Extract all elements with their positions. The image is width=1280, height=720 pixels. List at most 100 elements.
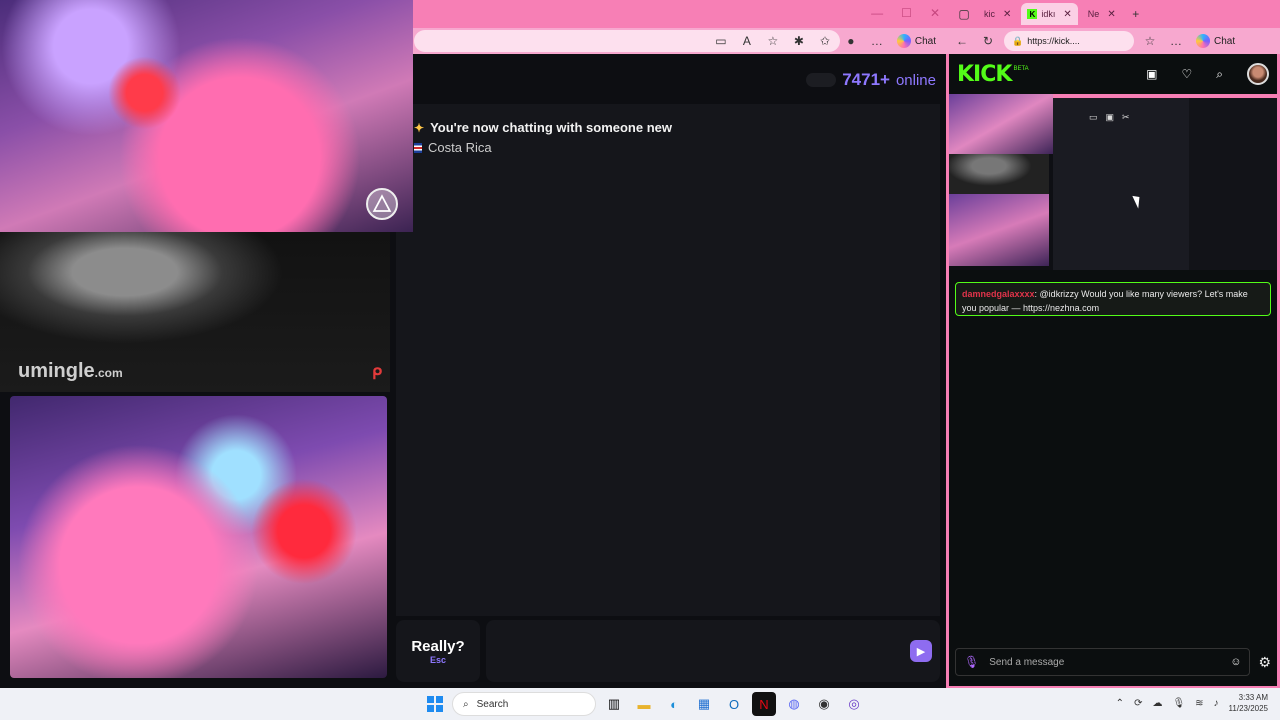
tab-close-icon[interactable]: ✕ [1003, 9, 1011, 20]
minimize-icon[interactable]: — [871, 6, 883, 20]
camera-icon[interactable]: ▭ [711, 31, 731, 51]
wifi-icon[interactable]: ≋ [1195, 698, 1203, 709]
copilot-chat-label: Chat [914, 35, 936, 47]
read-aloud-icon[interactable]: A [737, 31, 757, 51]
kick-favicon-icon: K [1027, 9, 1038, 19]
online-pill [806, 73, 837, 87]
tab-idkrizzy[interactable]: K idkı ✕ [1021, 3, 1078, 25]
clock-time: 3:33 AM [1238, 693, 1268, 702]
copilot-chat-button[interactable]: Chat [1192, 34, 1239, 48]
windows-start-icon[interactable] [424, 693, 446, 715]
obs-icon[interactable]: ◉ [812, 692, 836, 716]
address-bar[interactable]: 🔒 https://kick.... [1004, 31, 1134, 51]
taskbar: ⌕ Search ▥ ▬ ◐ ▦ O N ◍ ◉ ◎ ⌃ ⟳ ☁ 🎙 ≋ ♪ 3… [0, 688, 1280, 720]
pip-icon[interactable]: ▭ [1089, 112, 1098, 123]
taskbar-apps: ⌕ Search ▥ ▬ ◐ ▦ O N ◍ ◉ ◎ [424, 692, 866, 716]
copilot-chat-button[interactable]: Chat [893, 34, 940, 48]
tab-strip: ▢ kic ✕ K idkı ✕ Ne ✕ + [946, 0, 1280, 28]
sparkle-icon: ✦ [414, 120, 425, 135]
taskbar-search[interactable]: ⌕ Search [452, 692, 596, 716]
netflix-icon[interactable]: N [752, 692, 776, 716]
message-input[interactable]: ▶ [486, 620, 940, 682]
kick-page: KICK BETA ▣ ♡ ⌕ ▭ ▣ ✂ damnedgalaxxxx: @i… [949, 54, 1277, 686]
kick-beta-label: BETA [1013, 66, 1029, 72]
extensions-icon[interactable]: ✱ [789, 31, 809, 51]
chat-composer: Really? Esc ▶ [396, 620, 940, 682]
clock[interactable]: 3:33 AM 11/23/2025 [1229, 692, 1268, 714]
search-icon: ⌕ [463, 698, 469, 710]
stream-player[interactable]: ▭ ▣ ✂ [949, 94, 1277, 270]
red-logo-icon: ᑭ [371, 366, 382, 383]
theater-icon[interactable]: ▣ [1106, 112, 1115, 123]
avatar[interactable] [1247, 63, 1269, 85]
player-thumb [1189, 94, 1277, 270]
new-tab-icon[interactable]: + [1126, 4, 1146, 24]
tab-actions-icon[interactable]: ▢ [954, 4, 974, 24]
maximize-icon[interactable]: ☐ [901, 6, 912, 20]
player-thumb [949, 154, 1049, 194]
clock-date: 11/23/2025 [1228, 704, 1268, 713]
watermark-name: umingle [18, 360, 95, 382]
file-explorer-icon[interactable]: ▬ [632, 692, 656, 716]
tab-label: idkı [1041, 9, 1056, 19]
lock-icon: 🔒 [1012, 35, 1024, 46]
chat-send-row: 🎙 Send a message ☺ ⚙ [955, 648, 1271, 676]
edge-icon[interactable]: ◐ [662, 692, 686, 716]
app-icon[interactable]: ◎ [842, 692, 866, 716]
profile-icon[interactable]: ● [841, 31, 861, 51]
discord-icon[interactable]: ◍ [782, 692, 806, 716]
chat-username[interactable]: damnedgalaxxxx [962, 289, 1035, 299]
tab-close-icon[interactable]: ✕ [1063, 9, 1071, 20]
store-icon[interactable]: ▦ [692, 692, 716, 716]
tab-netflix[interactable]: Ne ✕ [1082, 3, 1122, 25]
close-icon[interactable]: ✕ [930, 6, 940, 20]
chevron-up-icon[interactable]: ⌃ [1116, 698, 1124, 709]
country-name: Costa Rica [428, 140, 492, 155]
skip-button-label: Really? [411, 637, 465, 655]
browser-toolbar: ← ↻ 🔒 https://kick.... ☆ … Chat [946, 28, 1280, 54]
mic-icon[interactable]: 🎙 [1172, 698, 1185, 709]
gift-icon[interactable]: ▣ [1146, 67, 1157, 81]
chat-input-placeholder: Send a message [989, 656, 1065, 668]
sync-icon[interactable]: ⟳ [1134, 698, 1142, 709]
skip-shortcut-label: Esc [429, 654, 446, 665]
favorite-star-icon[interactable]: ☆ [1140, 31, 1160, 51]
kick-browser-window: ▢ kic ✕ K idkı ✕ Ne ✕ + ← ↻ 🔒 https://ki… [946, 0, 1280, 688]
favorites-icon[interactable]: ✩ [815, 31, 835, 51]
tab-close-icon[interactable]: ✕ [1107, 9, 1115, 20]
chat-message: damnedgalaxxxx: @idkrizzy Would you like… [955, 282, 1271, 316]
more-menu-icon[interactable]: … [867, 31, 887, 51]
copilot-icon [1196, 34, 1210, 48]
tab-label: Ne [1087, 9, 1100, 19]
gear-icon[interactable]: ⚙ [1258, 654, 1271, 671]
volume-icon[interactable]: ♪ [1214, 698, 1219, 709]
desktop: — ☐ ✕ ▭ A ☆ ✱ ✩ ● … Chat 7471+ online ✦ … [0, 0, 1280, 720]
tab-label: kic [984, 9, 995, 19]
heart-icon[interactable]: ♡ [1182, 67, 1193, 81]
chat-input[interactable]: 🎙 Send a message ☺ [955, 648, 1251, 676]
send-button[interactable]: ▶ [910, 640, 932, 662]
refresh-icon[interactable]: ↻ [978, 31, 998, 51]
network-icon[interactable]: ☁ [1152, 698, 1162, 709]
tab-kick[interactable]: kic ✕ [978, 3, 1017, 25]
back-icon[interactable]: ← [952, 31, 972, 51]
toolbar-icons: ▭ A ☆ ✱ ✩ ● … Chat [711, 31, 940, 51]
task-view-icon[interactable]: ▥ [602, 692, 626, 716]
self-video-feed [10, 396, 387, 678]
emoji-icon[interactable]: ☺ [1230, 656, 1241, 668]
outlook-icon[interactable]: O [722, 692, 746, 716]
system-message: ✦ You're now chatting with someone new [414, 120, 672, 135]
online-counter: 7471+ online [806, 70, 936, 90]
system-tray: ⌃ ⟳ ☁ 🎙 ≋ ♪ 3:33 AM 11/23/2025 [1116, 692, 1268, 714]
kick-logo[interactable]: KICK [957, 62, 1012, 87]
skip-button[interactable]: Really? Esc [396, 620, 480, 682]
system-message-text: You're now chatting with someone new [430, 120, 672, 135]
mic-icon[interactable]: 🎙 [964, 655, 979, 669]
search-icon[interactable]: ⌕ [1216, 67, 1223, 82]
partner-country: Costa Rica [414, 140, 492, 155]
clip-icon[interactable]: ✂ [1122, 112, 1130, 123]
more-menu-icon[interactable]: … [1166, 31, 1186, 51]
stranger-video-feed: umingle.com ᑭ [0, 232, 390, 392]
costa-rica-flag-icon [414, 142, 422, 153]
favorite-star-icon[interactable]: ☆ [763, 31, 783, 51]
